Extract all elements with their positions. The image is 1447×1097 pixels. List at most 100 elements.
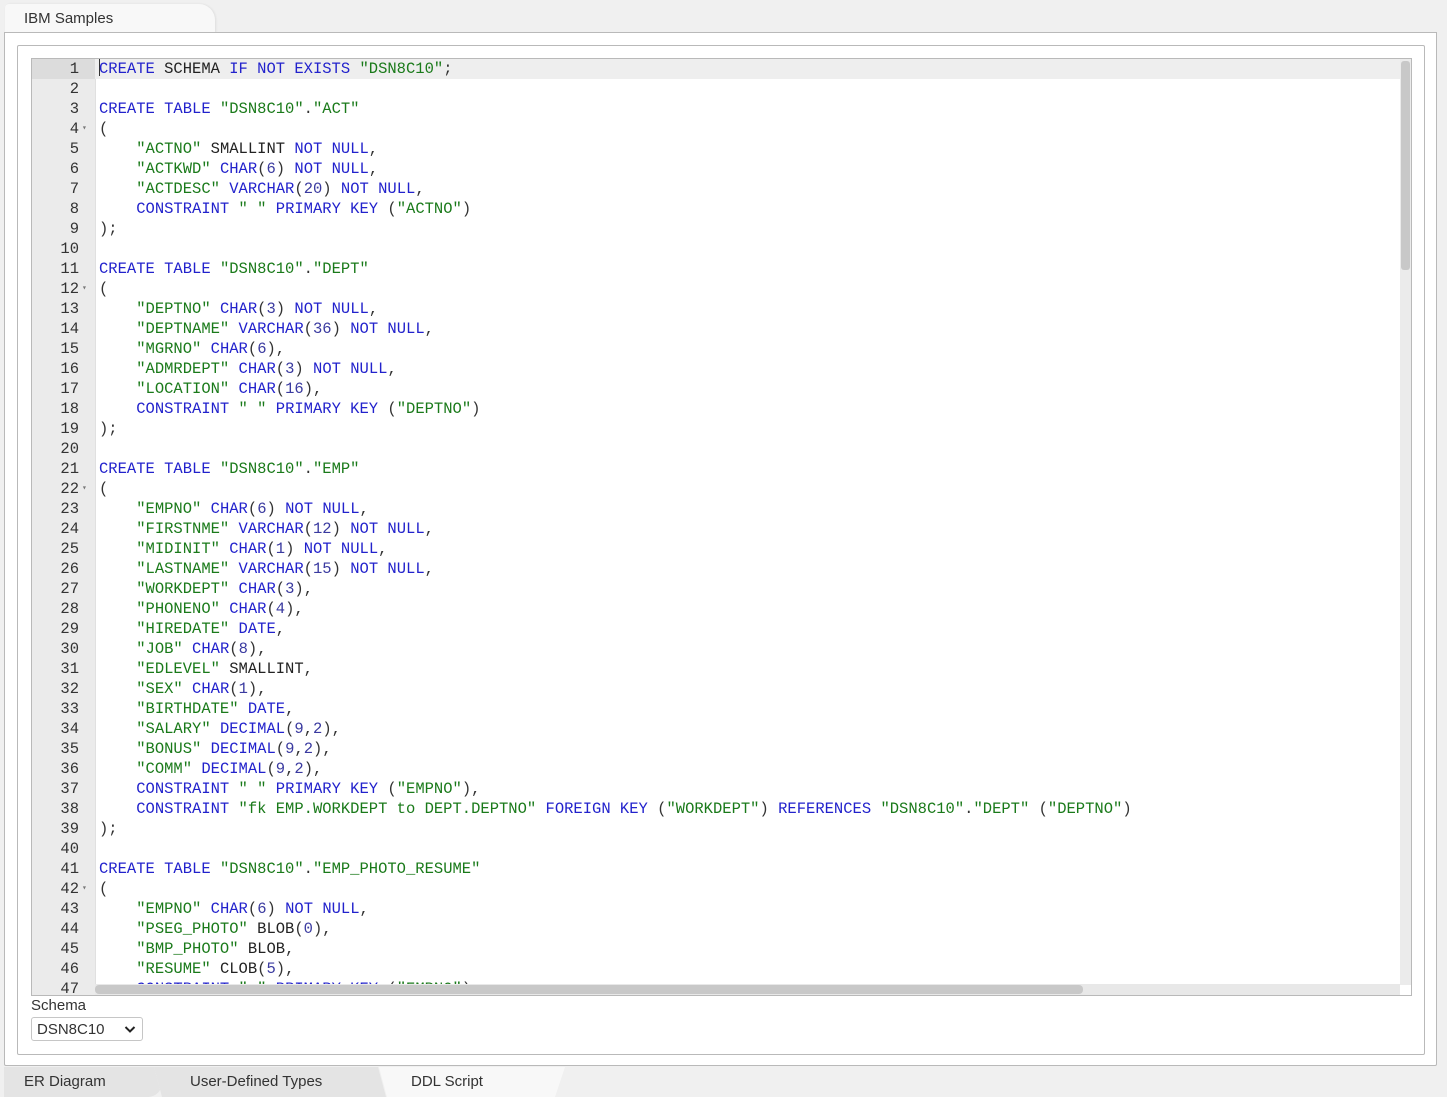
code-line[interactable]: 24 "FIRSTNME" VARCHAR(12) NOT NULL, [32, 519, 1411, 539]
code-line[interactable]: 26 "LASTNAME" VARCHAR(15) NOT NULL, [32, 559, 1411, 579]
code-text: "DEPTNO" CHAR(3) NOT NULL, [99, 299, 378, 319]
token-punc: ), [313, 740, 332, 758]
code-line[interactable]: 45 "BMP_PHOTO" BLOB, [32, 939, 1411, 959]
line-number: 28 [60, 600, 79, 618]
horizontal-scrollbar-thumb[interactable] [95, 985, 1083, 994]
code-line[interactable]: 5 "ACTNO" SMALLINT NOT NULL, [32, 139, 1411, 159]
code-text: ); [99, 819, 118, 839]
line-number: 10 [60, 240, 79, 258]
line-number: 16 [60, 360, 79, 378]
code-line[interactable]: 43 "EMPNO" CHAR(6) NOT NULL, [32, 899, 1411, 919]
token-id [211, 860, 220, 878]
code-line[interactable]: 41 CREATE TABLE "DSN8C10"."EMP_PHOTO_RESU… [32, 859, 1411, 879]
token-id [99, 740, 136, 758]
code-line[interactable]: 32 "SEX" CHAR(1), [32, 679, 1411, 699]
code-line[interactable]: 22 ▾ ( [32, 479, 1411, 499]
tab-ddl-script[interactable]: DDL Script [379, 1067, 565, 1097]
token-str: "DSN8C10" [219, 860, 304, 878]
code-line[interactable]: 10 [32, 239, 1411, 259]
code-line[interactable]: 3 CREATE TABLE "DSN8C10"."ACT" [32, 99, 1411, 119]
code-line[interactable]: 36 "COMM" DECIMAL(9,2), [32, 759, 1411, 779]
horizontal-scrollbar[interactable] [95, 984, 1400, 995]
code-line[interactable]: 30 "JOB" CHAR(8), [32, 639, 1411, 659]
tab-user-defined-types[interactable]: User-Defined Types [154, 1067, 386, 1097]
code-line[interactable]: 16 "ADMRDEPT" CHAR(3) NOT NULL, [32, 359, 1411, 379]
token-str: "DEPTNO" [1047, 800, 1123, 818]
code-line[interactable]: 4 ▾ ( [32, 119, 1411, 139]
tab-er-diagram[interactable]: ER Diagram [4, 1067, 162, 1097]
code-line[interactable]: 17 "LOCATION" CHAR(16), [32, 379, 1411, 399]
token-kw: CREATE TABLE [99, 460, 211, 478]
code-line[interactable]: 37 CONSTRAINT " " PRIMARY KEY ("EMPNO"), [32, 779, 1411, 799]
code-line[interactable]: 19); [32, 419, 1411, 439]
code-line[interactable]: 46 "RESUME" CLOB(5), [32, 959, 1411, 979]
code-line[interactable]: 42 ▾ ( [32, 879, 1411, 899]
line-number: 27 [60, 580, 79, 598]
code-line[interactable]: 23 "EMPNO" CHAR(6) NOT NULL, [32, 499, 1411, 519]
bottom-tab-bar: ER Diagram User-Defined Types DDL Script [4, 1067, 1444, 1097]
code-line[interactable]: 29 "HIREDATE" DATE, [32, 619, 1411, 639]
code-text: "BMP_PHOTO" BLOB, [99, 939, 294, 959]
code-line[interactable]: 31 "EDLEVEL" SMALLINT, [32, 659, 1411, 679]
code-line[interactable]: 9); [32, 219, 1411, 239]
code-text: "ADMRDEPT" CHAR(3) NOT NULL, [99, 359, 397, 379]
code-line[interactable]: 40 [32, 839, 1411, 859]
code-line[interactable]: 35 "BONUS" DECIMAL(9,2), [32, 739, 1411, 759]
code-line[interactable]: 13 "DEPTNO" CHAR(3) NOT NULL, [32, 299, 1411, 319]
code-line[interactable]: 38 CONSTRAINT "fk EMP.WORKDEPT to DEPT.D… [32, 799, 1411, 819]
token-id [276, 500, 285, 518]
fold-toggle-icon[interactable]: ▾ [82, 879, 87, 899]
token-kw: CHAR [229, 540, 267, 558]
code-line[interactable]: 2 [32, 79, 1411, 99]
line-number: 33 [60, 700, 79, 718]
token-kw: NOT NULL [285, 900, 360, 918]
code-text: CONSTRAINT "fk EMP.WORKDEPT to DEPT.DEPT… [99, 799, 1131, 819]
code-line[interactable]: 44 "PSEG_PHOTO" BLOB(0), [32, 919, 1411, 939]
ddl-code-editor[interactable]: 1 CREATE SCHEMA IF NOT EXISTS "DSN8C10"; 2… [31, 58, 1412, 996]
code-line[interactable]: 27 "WORKDEPT" CHAR(3), [32, 579, 1411, 599]
code-line[interactable]: 39); [32, 819, 1411, 839]
fold-toggle-icon[interactable]: ▾ [82, 279, 87, 299]
token-id: SMALLINT [219, 660, 304, 678]
token-str: "MIDINIT" [136, 540, 220, 558]
token-id [99, 800, 136, 818]
code-line[interactable]: 1 CREATE SCHEMA IF NOT EXISTS "DSN8C10"; [32, 59, 1411, 79]
token-id [229, 200, 238, 218]
token-kw: CREATE TABLE [99, 260, 211, 278]
code-line[interactable]: 15 "MGRNO" CHAR(6), [32, 339, 1411, 359]
code-text: CREATE SCHEMA IF NOT EXISTS "DSN8C10"; [99, 59, 453, 79]
fold-toggle-icon[interactable]: ▾ [82, 479, 87, 499]
token-punc: , [424, 520, 434, 538]
line-number: 45 [60, 940, 79, 958]
code-line[interactable]: 8 CONSTRAINT " " PRIMARY KEY ("ACTNO") [32, 199, 1411, 219]
tab-ibm-samples[interactable]: IBM Samples [5, 4, 215, 33]
vertical-scrollbar-thumb[interactable] [1401, 61, 1410, 270]
code-text: "HIREDATE" DATE, [99, 619, 285, 639]
code-line[interactable]: 12 ▾ ( [32, 279, 1411, 299]
token-kw: NOT NULL [313, 360, 388, 378]
token-punc: , [368, 300, 379, 318]
line-number: 20 [60, 440, 79, 458]
token-punc: ( [99, 120, 109, 138]
code-line[interactable]: 25 "MIDINIT" CHAR(1) NOT NULL, [32, 539, 1411, 559]
token-str: " " [238, 780, 267, 798]
code-line[interactable]: 33 "BIRTHDATE" DATE, [32, 699, 1411, 719]
schema-select[interactable]: DSN8C10 [31, 1017, 143, 1041]
token-num: 16 [285, 380, 304, 398]
code-line[interactable]: 14 "DEPTNAME" VARCHAR(36) NOT NULL, [32, 319, 1411, 339]
token-kw: CONSTRAINT [136, 400, 230, 418]
vertical-scrollbar[interactable] [1400, 59, 1411, 985]
line-number: 18 [60, 400, 79, 418]
code-line[interactable]: 6 "ACTKWD" CHAR(6) NOT NULL, [32, 159, 1411, 179]
line-number: 4 [69, 120, 79, 138]
code-text: "MIDINIT" CHAR(1) NOT NULL, [99, 539, 387, 559]
code-line[interactable]: 18 CONSTRAINT " " PRIMARY KEY ("DEPTNO") [32, 399, 1411, 419]
code-line[interactable]: 34 "SALARY" DECIMAL(9,2), [32, 719, 1411, 739]
code-text: CREATE TABLE "DSN8C10"."EMP_PHOTO_RESUME… [99, 859, 480, 879]
code-line[interactable]: 28 "PHONENO" CHAR(4), [32, 599, 1411, 619]
code-line[interactable]: 11 CREATE TABLE "DSN8C10"."DEPT" [32, 259, 1411, 279]
code-line[interactable]: 20 [32, 439, 1411, 459]
code-line[interactable]: 21 CREATE TABLE "DSN8C10"."EMP" [32, 459, 1411, 479]
code-line[interactable]: 7 "ACTDESC" VARCHAR(20) NOT NULL, [32, 179, 1411, 199]
fold-toggle-icon[interactable]: ▾ [82, 119, 87, 139]
